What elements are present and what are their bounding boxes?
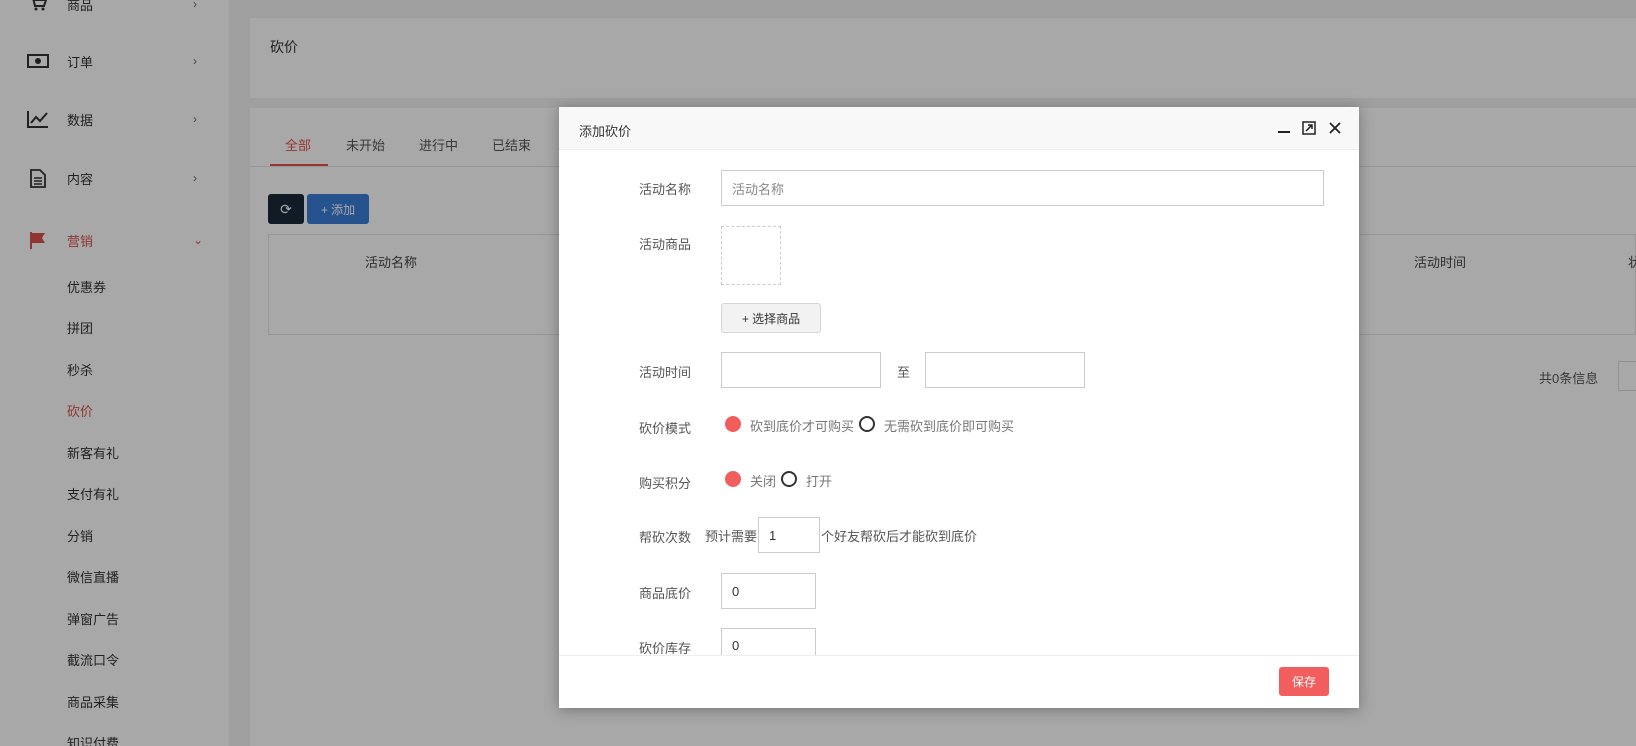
minimize-icon[interactable] <box>1275 119 1293 137</box>
points-radio-off[interactable] <box>725 471 741 487</box>
bargain-stock-input[interactable]: 0 <box>721 628 816 655</box>
select-goods-button[interactable]: + 选择商品 <box>721 303 821 333</box>
help-count-suffix: 个好友帮砍后才能砍到底价 <box>821 529 978 544</box>
time-to-text: 至 <box>897 365 911 380</box>
bargain-mode-label: 砍价模式 <box>639 421 692 436</box>
buy-points-label: 购买积分 <box>639 476 692 491</box>
mode-option-label: 砍到底价才可购买 <box>750 419 855 434</box>
base-price-input[interactable]: 0 <box>721 573 816 609</box>
close-icon[interactable] <box>1326 119 1344 137</box>
help-count-prefix: 预计需要 <box>705 529 758 544</box>
start-time-input[interactable] <box>721 352 881 388</box>
activity-name-label: 活动名称 <box>639 182 692 197</box>
mode-radio-must-reach[interactable] <box>725 416 741 432</box>
activity-goods-label: 活动商品 <box>639 237 692 252</box>
goods-image-placeholder[interactable] <box>721 226 781 285</box>
maximize-icon[interactable] <box>1300 119 1318 137</box>
end-time-input[interactable] <box>925 352 1085 388</box>
modal-footer: 保存 <box>559 655 1359 708</box>
help-count-label: 帮砍次数 <box>639 530 692 545</box>
activity-time-label: 活动时间 <box>639 365 692 380</box>
points-option-label: 打开 <box>806 474 833 489</box>
modal-header: 添加砍价 <box>559 107 1359 150</box>
activity-name-input[interactable]: 活动名称 <box>721 170 1324 206</box>
mode-radio-no-need[interactable] <box>859 416 875 432</box>
help-count-input[interactable]: 1 <box>758 517 820 553</box>
points-option-label: 关闭 <box>750 474 777 489</box>
save-button[interactable]: 保存 <box>1279 667 1329 696</box>
base-price-label: 商品底价 <box>639 586 692 601</box>
mode-option-label: 无需砍到底价即可购买 <box>884 419 1015 434</box>
points-radio-on[interactable] <box>781 471 797 487</box>
modal-title: 添加砍价 <box>579 124 632 139</box>
add-bargain-modal: 添加砍价 活动名称 活动名称 活动商品 + 选择商品 活动时间 至 砍价模式 砍… <box>559 107 1359 708</box>
